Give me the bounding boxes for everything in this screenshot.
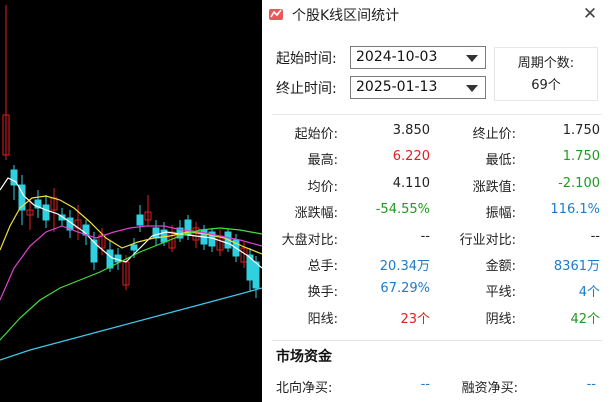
north-net-buy-value: -- <box>420 377 430 392</box>
stat-value: -54.55% <box>375 202 430 218</box>
stat-value: 67.29% <box>380 281 430 297</box>
market-funds-title: 市场资金 <box>276 349 332 365</box>
stat-value: 3.850 <box>392 123 430 138</box>
stat-label: 金额: <box>485 259 516 274</box>
stat-value: -- <box>590 228 600 244</box>
stat-value: 1.750 <box>562 123 600 138</box>
stat-value: -- <box>420 228 430 244</box>
stat-value: 1.750 <box>562 149 600 165</box>
stat-value: 23个 <box>400 311 430 327</box>
end-time-value: 2025-01-13 <box>356 79 438 95</box>
stat-value: 42个 <box>570 311 600 327</box>
title-bar: 个股K线区间统计 ✕ <box>262 0 610 28</box>
stat-label: 终止价: <box>472 127 516 142</box>
ma60-line <box>0 287 262 361</box>
period-count-value: 69个 <box>531 78 561 93</box>
stat-label: 行业对比: <box>459 232 516 248</box>
stat-value: 4个 <box>578 285 600 301</box>
stat-label: 起始价: <box>294 127 338 142</box>
window-title: 个股K线区间统计 <box>292 8 400 24</box>
close-icon: ✕ <box>582 4 598 24</box>
period-count-box: 周期个数: 69个 <box>494 47 598 101</box>
section-divider <box>272 340 602 341</box>
stat-value: 8361万 <box>553 259 600 274</box>
stat-value: -2.100 <box>558 175 600 191</box>
ma20-line <box>0 225 262 301</box>
stat-label: 振幅: <box>485 206 516 222</box>
candle-body <box>42 204 50 221</box>
chevron-down-icon <box>466 55 478 62</box>
stat-label: 阴线: <box>485 311 516 327</box>
kline-chart-area[interactable] <box>0 0 262 402</box>
margin-net-buy-label: 融资净买: <box>461 381 518 396</box>
stat-label: 阳线: <box>307 311 338 327</box>
stat-label: 总手: <box>307 259 338 274</box>
stat-label: 均价: <box>307 179 338 195</box>
candle-body <box>130 244 138 251</box>
start-time-value: 2024-10-03 <box>356 49 438 65</box>
chevron-down-icon <box>466 85 478 92</box>
period-count-label: 周期个数: <box>517 56 575 71</box>
stat-value: 116.1% <box>550 202 600 218</box>
start-time-label: 起始时间: <box>276 51 337 67</box>
stat-label: 换手: <box>307 285 338 301</box>
stat-label: 涨跌幅: <box>294 206 338 222</box>
stat-label: 平线: <box>485 285 516 301</box>
candle-body <box>152 227 160 239</box>
stat-value: 6.220 <box>392 149 430 165</box>
kline-range-stats-window: 个股K线区间统计 ✕ 起始时间: 2024-10-03 终止时间: 2025-0… <box>262 0 610 402</box>
stat-value: 4.110 <box>392 175 430 191</box>
candle-body <box>136 214 144 226</box>
stat-value: 20.34万 <box>379 259 430 274</box>
candle-body <box>252 261 260 289</box>
end-time-select[interactable]: 2025-01-13 <box>350 76 486 99</box>
north-net-buy-label: 北向净买: <box>276 381 333 396</box>
app-logo-icon <box>269 9 283 20</box>
stats-grid: 起始价: 3.850 终止价: 1.750 最高: 6.220 最低: 1.750 均价: 4.1… <box>272 114 602 341</box>
ma5-line <box>0 177 262 269</box>
stat-label: 最低: <box>485 153 516 169</box>
stat-label: 大盘对比: <box>281 232 338 248</box>
stat-label: 最高: <box>307 153 338 169</box>
end-time-label: 终止时间: <box>276 81 337 97</box>
close-button[interactable]: ✕ <box>579 3 601 25</box>
stat-label: 涨跌值: <box>472 179 516 195</box>
margin-net-buy-value: -- <box>586 377 596 392</box>
start-time-select[interactable]: 2024-10-03 <box>350 46 486 69</box>
